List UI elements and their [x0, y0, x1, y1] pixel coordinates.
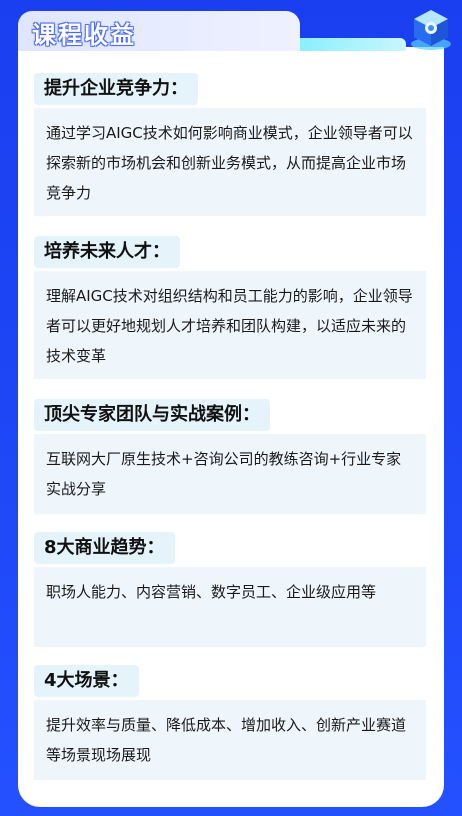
cube-icon [411, 10, 451, 50]
section-body-scenarios: 提升效率与质量、降低成本、增加收入、创新产业赛道等场景现场展现 [34, 700, 426, 780]
section-title-talent: 培养未来人才： [34, 236, 180, 268]
section-body-talent: 理解AIGC技术对组织结构和员工能力的影响，企业领导者可以更好地规划人才培养和团… [34, 271, 426, 379]
section-body-experts: 互联网大厂原生技术+咨询公司的教练咨询+行业专家实战分享 [34, 434, 426, 514]
section-title-trends: 8大商业趋势： [34, 532, 175, 564]
section-body-trends: 职场人能力、内容营销、数字员工、企业级应用等 [34, 567, 426, 647]
header-tab-accent [300, 38, 406, 51]
section-title-experts: 顶尖专家团队与实战案例： [34, 399, 270, 431]
section-title-scenarios: 4大场景： [34, 665, 139, 697]
section-body-competitiveness: 通过学习AIGC技术如何影响商业模式，企业领导者可以探索新的市场机会和创新业务模… [34, 108, 426, 216]
section-title-competitiveness: 提升企业竞争力： [34, 73, 198, 105]
page-title: 课程收益 [32, 21, 136, 49]
